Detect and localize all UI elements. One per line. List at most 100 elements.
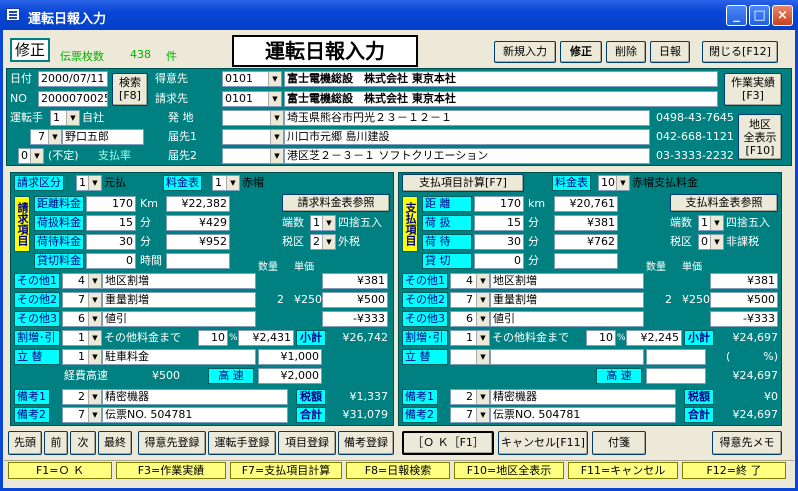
- pay-other1-name[interactable]: 地区割増: [490, 273, 644, 289]
- distance-amount[interactable]: ¥22,382: [166, 196, 230, 212]
- chevron-down-icon[interactable]: ▼: [322, 216, 335, 230]
- pay-code[interactable]: 0 ▼: [18, 148, 44, 164]
- note2-text[interactable]: 伝票NO. 504781: [102, 407, 288, 423]
- chevron-down-icon[interactable]: ▼: [710, 235, 723, 249]
- item-register-button[interactable]: 項目登録: [278, 431, 336, 455]
- advance-code[interactable]: 1 ▼: [62, 349, 102, 365]
- distance-qty[interactable]: 170: [86, 196, 136, 212]
- other3-amount[interactable]: -¥333: [322, 311, 388, 327]
- customer-code[interactable]: 0101 ▼: [222, 71, 282, 87]
- pay-note1-text[interactable]: 精密機器: [490, 389, 676, 405]
- bill-to-code[interactable]: 0101 ▼: [222, 91, 282, 107]
- pay-highway-amount[interactable]: [646, 368, 706, 384]
- advance-name[interactable]: 駐車料金: [102, 349, 256, 365]
- other1-code[interactable]: 4 ▼: [62, 273, 102, 289]
- chevron-down-icon[interactable]: ▼: [88, 408, 101, 422]
- close-button[interactable]: ×: [772, 5, 793, 26]
- area-all-button[interactable]: 地区 全表示 [F10]: [738, 114, 782, 160]
- chevron-down-icon[interactable]: ▼: [268, 92, 281, 106]
- pay-advance-name[interactable]: [490, 349, 644, 365]
- billing-rate-ref-button[interactable]: 請求料金表参照: [282, 194, 390, 212]
- note-register-button[interactable]: 備考登録: [338, 431, 394, 455]
- surcharge-amount[interactable]: ¥2,431: [238, 330, 294, 346]
- date-field[interactable]: 2000/07/11: [38, 71, 108, 87]
- driver-type[interactable]: 1 ▼: [50, 110, 80, 126]
- edit-button[interactable]: 修正: [560, 41, 602, 63]
- origin-address[interactable]: 埼玉県熊谷市円光２３－１２－１: [284, 110, 650, 126]
- pay-distance-amount[interactable]: ¥20,761: [554, 196, 618, 212]
- pay-waiting-qty[interactable]: 30: [474, 234, 524, 250]
- work-record-button[interactable]: 作業実績 [F3]: [724, 73, 782, 106]
- advance-amount[interactable]: ¥1,000: [258, 349, 322, 365]
- note2-code[interactable]: 7 ▼: [62, 407, 102, 423]
- chevron-down-icon[interactable]: ▼: [88, 312, 101, 326]
- pay-other2-code[interactable]: 7 ▼: [450, 292, 490, 308]
- delete-button[interactable]: 削除: [606, 41, 646, 63]
- charter-amount[interactable]: [166, 253, 230, 269]
- payment-rate-ref-button[interactable]: 支払料金表参照: [670, 194, 778, 212]
- chevron-down-icon[interactable]: ▼: [88, 390, 101, 404]
- handling-amount[interactable]: ¥429: [166, 215, 230, 231]
- dest1-select[interactable]: ▼: [222, 129, 284, 145]
- pay-charter-qty[interactable]: 0: [474, 253, 524, 269]
- chevron-down-icon[interactable]: ▼: [322, 235, 335, 249]
- pay-other1-code[interactable]: 4 ▼: [450, 273, 490, 289]
- pay-note2-code[interactable]: 7 ▼: [450, 407, 490, 423]
- chevron-down-icon[interactable]: ▼: [66, 111, 79, 125]
- pay-handling-qty[interactable]: 15: [474, 215, 524, 231]
- chevron-down-icon[interactable]: ▼: [476, 274, 489, 288]
- pay-note2-text[interactable]: 伝票NO. 504781: [490, 407, 676, 423]
- maximize-button[interactable]: □: [749, 5, 770, 26]
- pay-advance-code[interactable]: ▼: [450, 349, 490, 365]
- chevron-down-icon[interactable]: ▼: [88, 176, 101, 190]
- pay-other2-amount[interactable]: ¥500: [710, 292, 778, 308]
- pay-waiting-amount[interactable]: ¥762: [554, 234, 618, 250]
- other1-name[interactable]: 地区割増: [102, 273, 256, 289]
- waiting-qty[interactable]: 30: [86, 234, 136, 250]
- note1-code[interactable]: 2 ▼: [62, 389, 102, 405]
- minimize-button[interactable]: _: [726, 5, 747, 26]
- search-button[interactable]: 検索 [F8]: [112, 73, 148, 106]
- chevron-down-icon[interactable]: ▼: [88, 331, 101, 345]
- prev-record-button[interactable]: 前: [44, 431, 68, 455]
- pay-other3-code[interactable]: 6 ▼: [450, 311, 490, 327]
- chevron-down-icon[interactable]: ▼: [476, 390, 489, 404]
- last-record-button[interactable]: 最終: [98, 431, 132, 455]
- new-entry-button[interactable]: 新規入力: [494, 41, 556, 63]
- pay-surcharge-amount[interactable]: ¥2,245: [626, 330, 682, 346]
- waiting-amount[interactable]: ¥952: [166, 234, 230, 250]
- dest2-address[interactable]: 港区芝２－３－１ ソフトクリエーション: [284, 148, 650, 164]
- other1-amount[interactable]: ¥381: [322, 273, 388, 289]
- surcharge-code[interactable]: 1 ▼: [62, 330, 102, 346]
- chevron-down-icon[interactable]: ▼: [48, 130, 61, 144]
- pay-advance-amount[interactable]: [646, 349, 706, 365]
- highway-amount[interactable]: ¥2,000: [258, 368, 322, 384]
- chevron-down-icon[interactable]: ▼: [476, 331, 489, 345]
- other2-amount[interactable]: ¥500: [322, 292, 388, 308]
- pay-other3-name[interactable]: 値引: [490, 311, 644, 327]
- driver-code[interactable]: 7 ▼: [30, 129, 62, 145]
- pay-tax-code[interactable]: 0 ▼: [698, 234, 724, 250]
- chevron-down-icon[interactable]: ▼: [270, 130, 283, 144]
- pay-handling-amount[interactable]: ¥381: [554, 215, 618, 231]
- pay-charter-amount[interactable]: [554, 253, 618, 269]
- handling-qty[interactable]: 15: [86, 215, 136, 231]
- pay-other1-amount[interactable]: ¥381: [710, 273, 778, 289]
- other2-name[interactable]: 重量割増: [102, 292, 256, 308]
- sticky-note-button[interactable]: 付箋: [592, 431, 646, 455]
- report-button[interactable]: 日報: [650, 41, 690, 63]
- rate-table-code[interactable]: 1 ▼: [212, 175, 240, 191]
- rounding-code[interactable]: 1 ▼: [310, 215, 336, 231]
- surcharge-pct[interactable]: 10: [198, 330, 228, 346]
- pay-other3-amount[interactable]: -¥333: [710, 311, 778, 327]
- chevron-down-icon[interactable]: ▼: [476, 293, 489, 307]
- chevron-down-icon[interactable]: ▼: [270, 149, 283, 163]
- bill-category-code[interactable]: 1 ▼: [76, 175, 102, 191]
- pay-note1-code[interactable]: 2 ▼: [450, 389, 490, 405]
- pay-other2-name[interactable]: 重量割増: [490, 292, 644, 308]
- close-form-button[interactable]: 閉じる[F12]: [702, 41, 778, 63]
- chevron-down-icon[interactable]: ▼: [30, 149, 43, 163]
- pay-surcharge-code[interactable]: 1 ▼: [450, 330, 490, 346]
- chevron-down-icon[interactable]: ▼: [270, 111, 283, 125]
- chevron-down-icon[interactable]: ▼: [226, 176, 239, 190]
